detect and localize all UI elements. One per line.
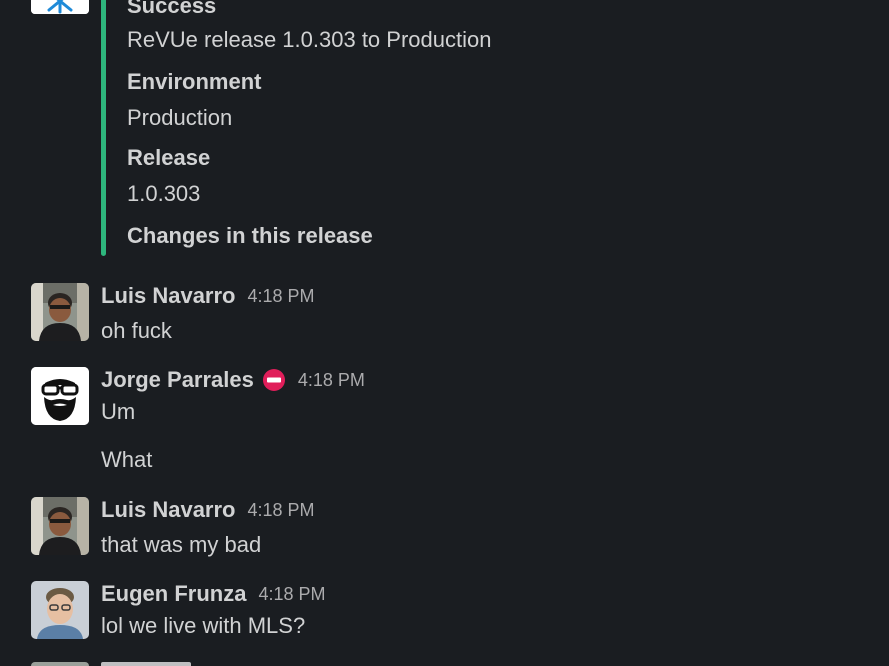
bot-avatar[interactable] xyxy=(31,0,89,14)
avatar[interactable] xyxy=(31,283,89,341)
next-message-clipped xyxy=(0,660,889,666)
sender-name[interactable]: Jorge Parrales xyxy=(101,367,254,393)
message-header: Luis Navarro 4:18 PM xyxy=(101,495,315,525)
message-text: lol we live with MLS? xyxy=(101,613,306,638)
changes-field-title[interactable]: Changes in this release xyxy=(127,221,727,251)
attachment-accent-bar xyxy=(101,0,106,256)
message-text: oh fuck xyxy=(101,318,172,343)
environment-field-title: Environment xyxy=(127,69,262,94)
timestamp[interactable]: 4:18 PM xyxy=(298,370,365,391)
message-pane: Success ReVUe release 1.0.303 to Product… xyxy=(0,0,889,666)
sender-name xyxy=(101,662,191,666)
message-header: Jorge Parrales 4:18 PM xyxy=(101,365,365,395)
avatar[interactable] xyxy=(31,367,89,425)
timestamp[interactable]: 4:18 PM xyxy=(258,584,325,605)
no-entry-icon[interactable] xyxy=(262,368,286,392)
message-header: Eugen Frunza 4:18 PM xyxy=(101,579,326,609)
avatar[interactable] xyxy=(31,497,89,555)
timestamp[interactable]: 4:18 PM xyxy=(248,500,315,521)
message-text: What xyxy=(101,447,153,472)
message-header: Luis Navarro 4:18 PM xyxy=(101,281,315,311)
avatar[interactable] xyxy=(31,662,89,666)
release-field-title: Release xyxy=(127,145,211,170)
status-field-title: Success xyxy=(127,0,217,18)
message-text: that was my bad xyxy=(101,532,262,557)
avatar[interactable] xyxy=(31,581,89,639)
message-text: Um xyxy=(101,399,136,424)
environment-field-value: Production xyxy=(127,105,233,130)
timestamp[interactable]: 4:18 PM xyxy=(248,286,315,307)
sender-name[interactable]: Eugen Frunza xyxy=(101,581,246,607)
status-field-value: ReVUe release 1.0.303 to Production xyxy=(127,27,492,52)
sender-name[interactable]: Luis Navarro xyxy=(101,497,236,523)
sender-name[interactable]: Luis Navarro xyxy=(101,283,236,309)
release-field-value: 1.0.303 xyxy=(127,181,201,206)
deploy-attachment: Success ReVUe release 1.0.303 to Product… xyxy=(127,0,727,251)
